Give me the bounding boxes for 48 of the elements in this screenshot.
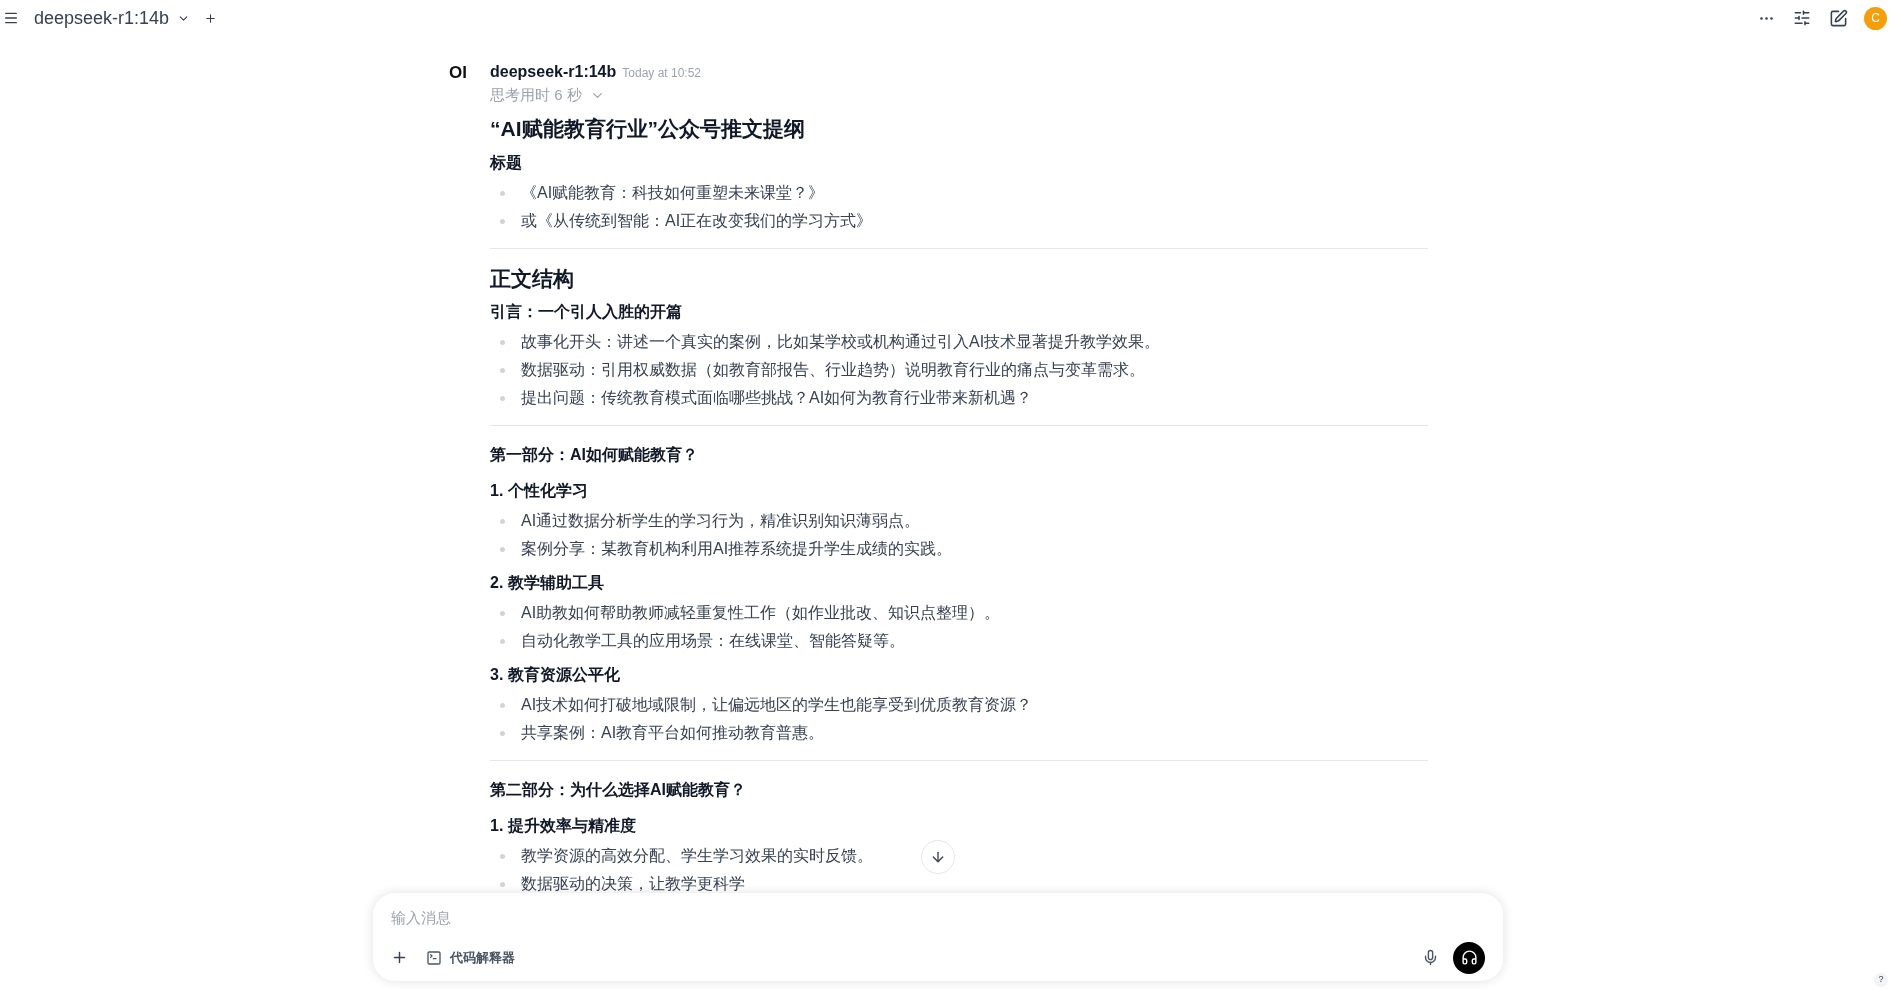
list-item: 案例分享：某教育机构利用AI推荐系统提升学生成绩的实践。 — [521, 539, 953, 559]
arrow-down-icon — [930, 849, 946, 865]
code-interpreter-button[interactable]: 代码解释器 — [426, 947, 515, 968]
message-input[interactable]: 输入消息 — [391, 905, 1485, 929]
subheading: 第二部分：为什么选择AI赋能教育？ — [490, 780, 746, 800]
list-item: 教学资源的高效分配、学生学习效果的实时反馈。 — [521, 846, 873, 866]
list-item: 数据驱动的决策，让教学更科学 — [521, 874, 745, 894]
section-heading: 正文结构 — [490, 266, 574, 293]
subheading: 1. 个性化学习 — [490, 480, 588, 501]
subheading: 3. 教育资源公平化 — [490, 664, 620, 685]
list-item: AI技术如何打破地域限制，让偏远地区的学生也能享受到优质教育资源？ — [521, 695, 1033, 715]
voice-mode-button[interactable] — [1453, 941, 1485, 974]
more-button[interactable] — [1760, 16, 1773, 20]
heading: “AI赋能教育行业”公众号推文提纲 — [490, 116, 805, 143]
plus-icon — [204, 11, 218, 25]
plus-icon — [391, 949, 408, 966]
subheading: 1. 提升效率与精准度 — [490, 815, 636, 836]
list-item: 故事化开头：讲述一个真实的案例，比如某学校或机构通过引入AI技术显著提升教学效果。 — [521, 332, 1161, 352]
scroll-down-button[interactable] — [921, 840, 955, 874]
microphone-icon — [1422, 949, 1439, 966]
new-chat-button[interactable] — [1829, 8, 1848, 28]
subheading: 2. 教学辅助工具 — [490, 572, 604, 593]
assistant-avatar: OI — [449, 64, 467, 81]
list-item: AI通过数据分析学生的学习行为，精准识别知识薄弱点。 — [521, 511, 921, 531]
pencil-square-icon — [1829, 8, 1848, 28]
subheading: 标题 — [490, 153, 522, 173]
subheading: 引言：一个引人入胜的开篇 — [490, 302, 682, 322]
subheading: 第一部分：AI如何赋能教育？ — [490, 445, 698, 465]
model-selector[interactable]: deepseek-r1:14b — [34, 4, 191, 32]
sender-name: deepseek-r1:14b — [490, 62, 617, 82]
list-item: 自动化教学工具的应用场景：在线课堂、智能答疑等。 — [521, 631, 905, 651]
settings-icon — [1793, 9, 1811, 27]
list-item: AI助教如何帮助教师减轻重复性工作（如作业批改、知识点整理）。 — [521, 603, 1001, 623]
help-button[interactable]: ? — [1874, 973, 1888, 987]
list-item: 共享案例：AI教育平台如何推动教育普惠。 — [521, 723, 825, 743]
terminal-icon — [426, 949, 442, 966]
list-item: 《AI赋能教育：科技如何重塑未来课堂？》 — [521, 183, 825, 203]
add-model-button[interactable] — [204, 11, 218, 25]
headphones-icon — [1460, 949, 1478, 966]
attach-button[interactable] — [391, 949, 408, 966]
list-item: 提出问题：传统教育模式面临哪些挑战？AI如何为教育行业带来新机遇？ — [521, 388, 1033, 408]
more-icon — [1760, 16, 1773, 20]
mic-button[interactable] — [1422, 949, 1439, 966]
timestamp: Today at 10:52 — [622, 65, 702, 82]
controls-button[interactable] — [1793, 9, 1811, 27]
menu-icon — [3, 10, 19, 26]
list-item: 数据驱动：引用权威数据（如教育部报告、行业趋势）说明教育行业的痛点与变革需求。 — [521, 360, 1145, 380]
list-item: 或《从传统到智能：AI正在改变我们的学习方式》 — [521, 211, 873, 231]
